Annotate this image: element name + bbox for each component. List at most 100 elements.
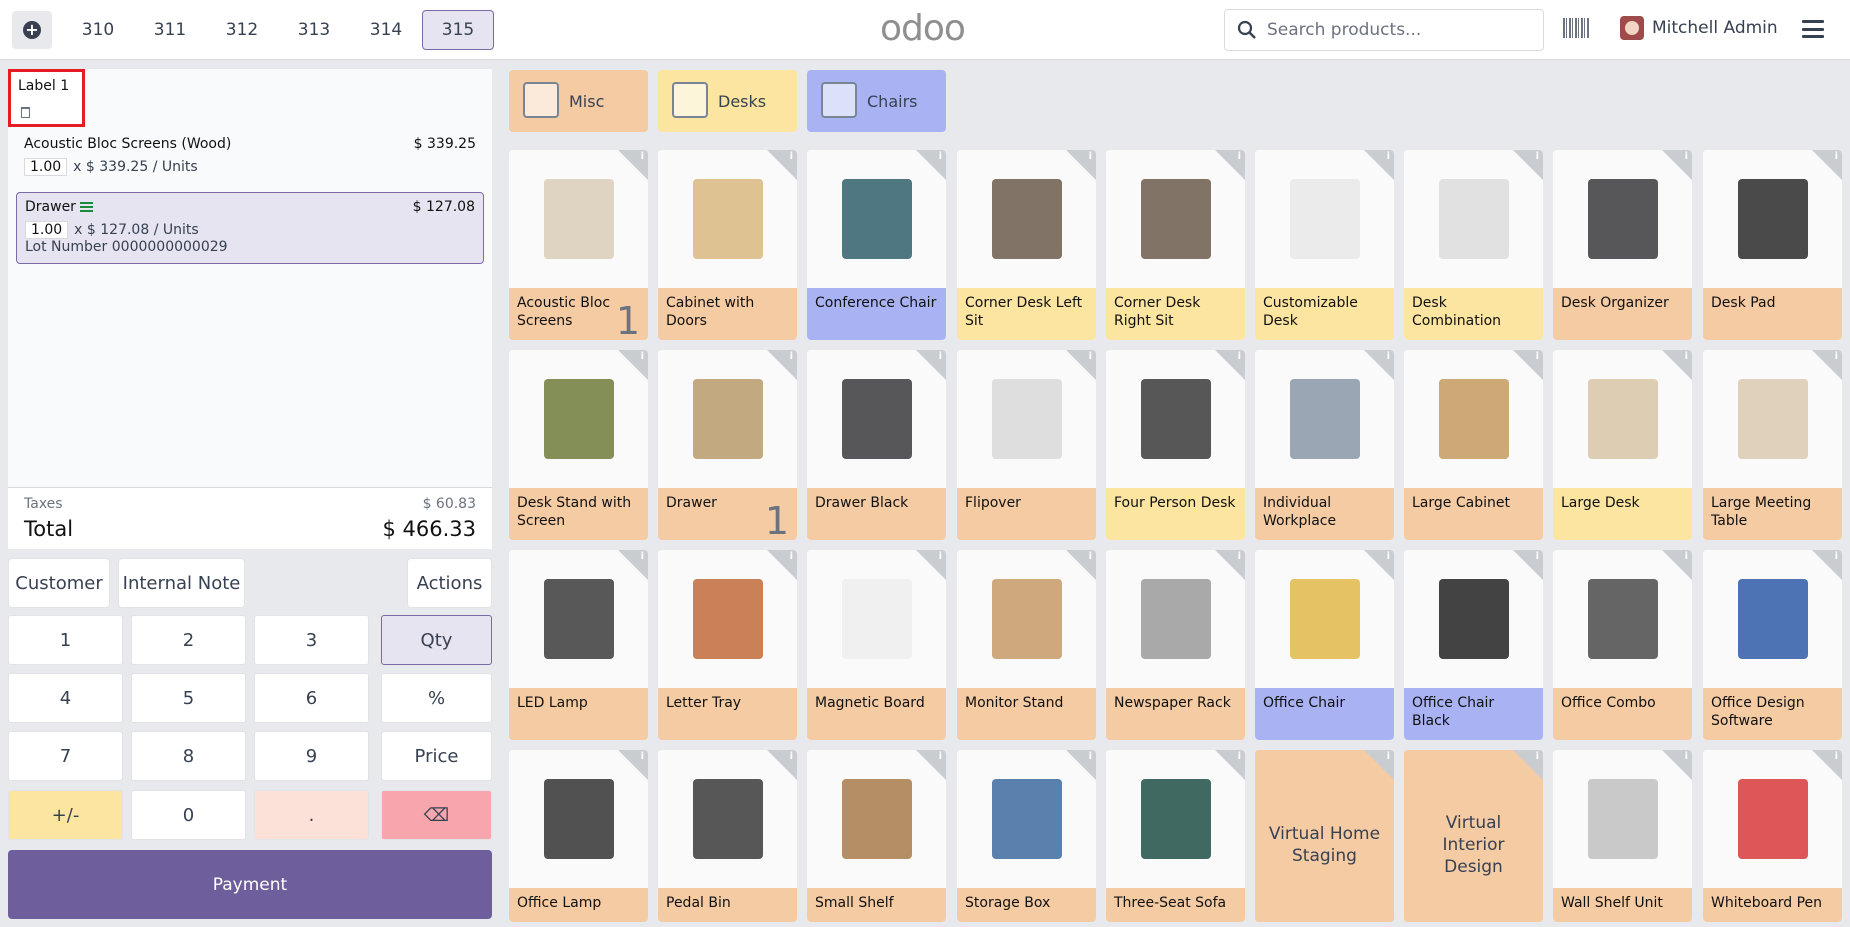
- info-icon[interactable]: i: [1835, 351, 1838, 362]
- info-icon[interactable]: i: [1387, 751, 1390, 762]
- product-card[interactable]: Letter Tray i: [658, 550, 797, 740]
- info-icon[interactable]: i: [939, 551, 942, 562]
- product-card[interactable]: Acoustic Bloc Screens i 1: [509, 150, 648, 340]
- product-card[interactable]: Customizable Desk i: [1255, 150, 1394, 340]
- category-chairs[interactable]: Chairs: [807, 70, 946, 132]
- user-menu[interactable]: Mitchell Admin: [1620, 16, 1778, 40]
- product-card[interactable]: Desk Organizer i: [1553, 150, 1692, 340]
- info-icon[interactable]: i: [641, 751, 644, 762]
- order-line[interactable]: Acoustic Bloc Screens (Wood) $ 339.25 1.…: [16, 136, 484, 182]
- product-card[interactable]: Office Chair i: [1255, 550, 1394, 740]
- info-icon[interactable]: i: [1387, 551, 1390, 562]
- product-card[interactable]: Small Shelf i: [807, 750, 946, 922]
- product-card[interactable]: Conference Chair i: [807, 150, 946, 340]
- info-icon[interactable]: i: [1089, 351, 1092, 362]
- key-1[interactable]: 1: [8, 615, 123, 665]
- info-icon[interactable]: i: [1835, 151, 1838, 162]
- info-icon[interactable]: i: [641, 351, 644, 362]
- product-card[interactable]: Office Chair Black i: [1404, 550, 1543, 740]
- info-icon[interactable]: i: [1536, 151, 1539, 162]
- product-card[interactable]: Corner Desk Left Sit i: [957, 150, 1096, 340]
- product-card[interactable]: Flipover i: [957, 350, 1096, 540]
- info-icon[interactable]: i: [790, 351, 793, 362]
- info-icon[interactable]: i: [1387, 151, 1390, 162]
- info-icon[interactable]: i: [1238, 551, 1241, 562]
- key-2[interactable]: 2: [131, 615, 246, 665]
- sign-toggle-button[interactable]: +/-: [8, 790, 123, 840]
- product-card[interactable]: Newspaper Rack i: [1106, 550, 1245, 740]
- info-icon[interactable]: i: [1536, 751, 1539, 762]
- order-tab-active[interactable]: 315: [422, 10, 494, 50]
- order-line-selected[interactable]: Drawer $ 127.08 1.00 x $ 127.08 / Units L…: [16, 192, 484, 264]
- info-icon[interactable]: i: [939, 751, 942, 762]
- info-icon[interactable]: i: [1835, 551, 1838, 562]
- product-card[interactable]: Pedal Bin i: [658, 750, 797, 922]
- key-6[interactable]: 6: [254, 673, 369, 723]
- info-icon[interactable]: i: [939, 351, 942, 362]
- product-card[interactable]: Desk Combination i: [1404, 150, 1543, 340]
- product-card[interactable]: Drawer Black i: [807, 350, 946, 540]
- order-tab[interactable]: 310: [62, 10, 134, 50]
- info-icon[interactable]: i: [1238, 151, 1241, 162]
- discount-mode-button[interactable]: %: [381, 673, 492, 723]
- category-misc[interactable]: Misc: [509, 70, 648, 132]
- info-icon[interactable]: i: [1089, 551, 1092, 562]
- info-icon[interactable]: i: [1089, 751, 1092, 762]
- product-card[interactable]: Monitor Stand i: [957, 550, 1096, 740]
- product-card[interactable]: Three-Seat Sofa i: [1106, 750, 1245, 922]
- key-9[interactable]: 9: [254, 731, 369, 781]
- qty-mode-button[interactable]: Qty: [381, 615, 492, 665]
- product-card[interactable]: Drawer i 1: [658, 350, 797, 540]
- info-icon[interactable]: i: [1685, 151, 1688, 162]
- key-5[interactable]: 5: [131, 673, 246, 723]
- product-card[interactable]: Large Desk i: [1553, 350, 1692, 540]
- product-card[interactable]: Storage Box i: [957, 750, 1096, 922]
- product-card[interactable]: Magnetic Board i: [807, 550, 946, 740]
- key-3[interactable]: 3: [254, 615, 369, 665]
- product-card[interactable]: Corner Desk Right Sit i: [1106, 150, 1245, 340]
- product-card[interactable]: Virtual Home Staging i: [1255, 750, 1394, 922]
- key-0[interactable]: 0: [131, 790, 246, 840]
- trash-icon[interactable]: [21, 107, 30, 118]
- key-8[interactable]: 8: [131, 731, 246, 781]
- info-icon[interactable]: i: [1238, 351, 1241, 362]
- product-card[interactable]: Large Cabinet i: [1404, 350, 1543, 540]
- payment-button[interactable]: Payment: [8, 850, 492, 919]
- info-icon[interactable]: i: [1685, 351, 1688, 362]
- product-card[interactable]: LED Lamp i: [509, 550, 648, 740]
- product-card[interactable]: Wall Shelf Unit i: [1553, 750, 1692, 922]
- product-card[interactable]: Large Meeting Table i: [1703, 350, 1842, 540]
- product-card[interactable]: Office Combo i: [1553, 550, 1692, 740]
- product-card[interactable]: Virtual Interior Design i: [1404, 750, 1543, 922]
- info-icon[interactable]: i: [641, 551, 644, 562]
- product-card[interactable]: Four Person Desk i: [1106, 350, 1245, 540]
- info-icon[interactable]: i: [1835, 751, 1838, 762]
- info-icon[interactable]: i: [939, 151, 942, 162]
- new-order-button[interactable]: +: [12, 11, 52, 49]
- price-mode-button[interactable]: Price: [381, 731, 492, 781]
- product-card[interactable]: Office Design Software i: [1703, 550, 1842, 740]
- info-icon[interactable]: i: [1089, 151, 1092, 162]
- hamburger-menu-icon[interactable]: [1802, 20, 1824, 38]
- info-icon[interactable]: i: [1387, 351, 1390, 362]
- key-7[interactable]: 7: [8, 731, 123, 781]
- customer-button[interactable]: Customer: [8, 558, 110, 608]
- list-icon[interactable]: [79, 201, 93, 213]
- product-card[interactable]: Desk Pad i: [1703, 150, 1842, 340]
- product-card[interactable]: Office Lamp i: [509, 750, 648, 922]
- search-input[interactable]: Search products...: [1224, 9, 1544, 51]
- info-icon[interactable]: i: [1685, 751, 1688, 762]
- actions-button[interactable]: Actions: [407, 558, 492, 608]
- info-icon[interactable]: i: [790, 151, 793, 162]
- backspace-button[interactable]: ⌫: [381, 790, 492, 840]
- product-card[interactable]: Cabinet with Doors i: [658, 150, 797, 340]
- product-card[interactable]: Whiteboard Pen i: [1703, 750, 1842, 922]
- info-icon[interactable]: i: [1536, 351, 1539, 362]
- product-card[interactable]: Individual Workplace i: [1255, 350, 1394, 540]
- order-tab[interactable]: 314: [350, 10, 422, 50]
- category-desks[interactable]: Desks: [658, 70, 797, 132]
- info-icon[interactable]: i: [790, 751, 793, 762]
- info-icon[interactable]: i: [1536, 551, 1539, 562]
- internal-note-button[interactable]: Internal Note: [118, 558, 245, 608]
- product-card[interactable]: Desk Stand with Screen i: [509, 350, 648, 540]
